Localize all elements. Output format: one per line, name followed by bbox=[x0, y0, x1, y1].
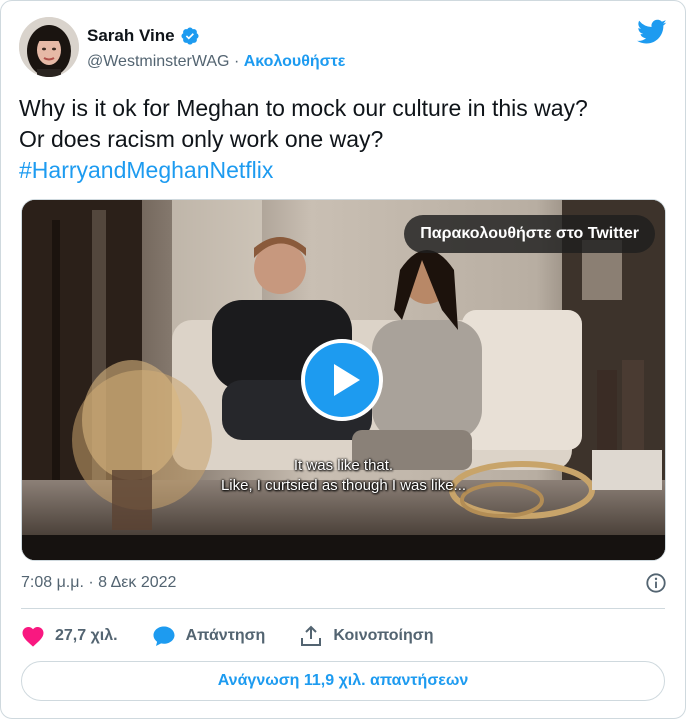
tweet-text-line-1: Why is it ok for Meghan to mock our cult… bbox=[19, 95, 588, 121]
handle-separator: · bbox=[233, 53, 240, 70]
reply-button[interactable]: Απάντηση bbox=[152, 625, 266, 647]
author-name[interactable]: Sarah Vine bbox=[87, 26, 175, 46]
hashtag-link[interactable]: #HarryandMeghanNetflix bbox=[19, 155, 667, 186]
author-handle-row: @WestminsterWAG · Ακολουθήστε bbox=[87, 53, 345, 71]
reply-bubble-icon bbox=[153, 626, 175, 646]
info-icon[interactable] bbox=[645, 572, 667, 594]
likes-count: 27,7 χιλ. bbox=[55, 627, 118, 644]
subtitle-line-2: Like, I curtsied as though I was like... bbox=[220, 477, 467, 494]
share-icon bbox=[301, 625, 322, 646]
video-player[interactable]: Παρακολουθήστε στο Twitter It was like t… bbox=[21, 199, 666, 561]
author-name-row: Sarah Vine bbox=[87, 26, 200, 46]
like-button[interactable]: 27,7 χιλ. bbox=[21, 625, 118, 647]
tweet-timestamp[interactable]: 7:08 μ.μ. · 8 Δεκ 2022 bbox=[21, 574, 176, 592]
author-handle[interactable]: @WestminsterWAG bbox=[87, 53, 229, 70]
tweet-header: Sarah Vine @WestminsterWAG · Ακολουθήστε bbox=[19, 17, 667, 77]
verified-badge-icon bbox=[181, 27, 199, 45]
share-label: Κοινοποίηση bbox=[333, 627, 434, 644]
heart-icon bbox=[22, 627, 44, 647]
play-icon[interactable] bbox=[301, 339, 383, 421]
video-subtitle: It was like that. Like, I curtsied as th… bbox=[22, 456, 665, 496]
subtitle-line-1: It was like that. bbox=[293, 457, 394, 474]
twitter-bird-icon[interactable] bbox=[637, 19, 667, 45]
avatar-image bbox=[19, 17, 79, 77]
avatar[interactable] bbox=[19, 17, 79, 77]
tweet-actions: 27,7 χιλ. Απάντηση Κοινοποίηση bbox=[21, 623, 665, 649]
read-replies-button[interactable]: Ανάγνωση 11,9 χιλ. απαντήσεων bbox=[21, 661, 665, 701]
reply-label: Απάντηση bbox=[185, 627, 266, 644]
divider bbox=[21, 608, 665, 609]
tweet-text: Why is it ok for Meghan to mock our cult… bbox=[19, 93, 667, 186]
watch-on-twitter-button[interactable]: Παρακολουθήστε στο Twitter bbox=[404, 215, 655, 253]
tweet-text-line-2: Or does racism only work one way? bbox=[19, 126, 384, 152]
tweet-card: Sarah Vine @WestminsterWAG · Ακολουθήστε… bbox=[0, 0, 686, 719]
share-button[interactable]: Κοινοποίηση bbox=[299, 625, 433, 647]
follow-link[interactable]: Ακολουθήστε bbox=[244, 53, 346, 70]
